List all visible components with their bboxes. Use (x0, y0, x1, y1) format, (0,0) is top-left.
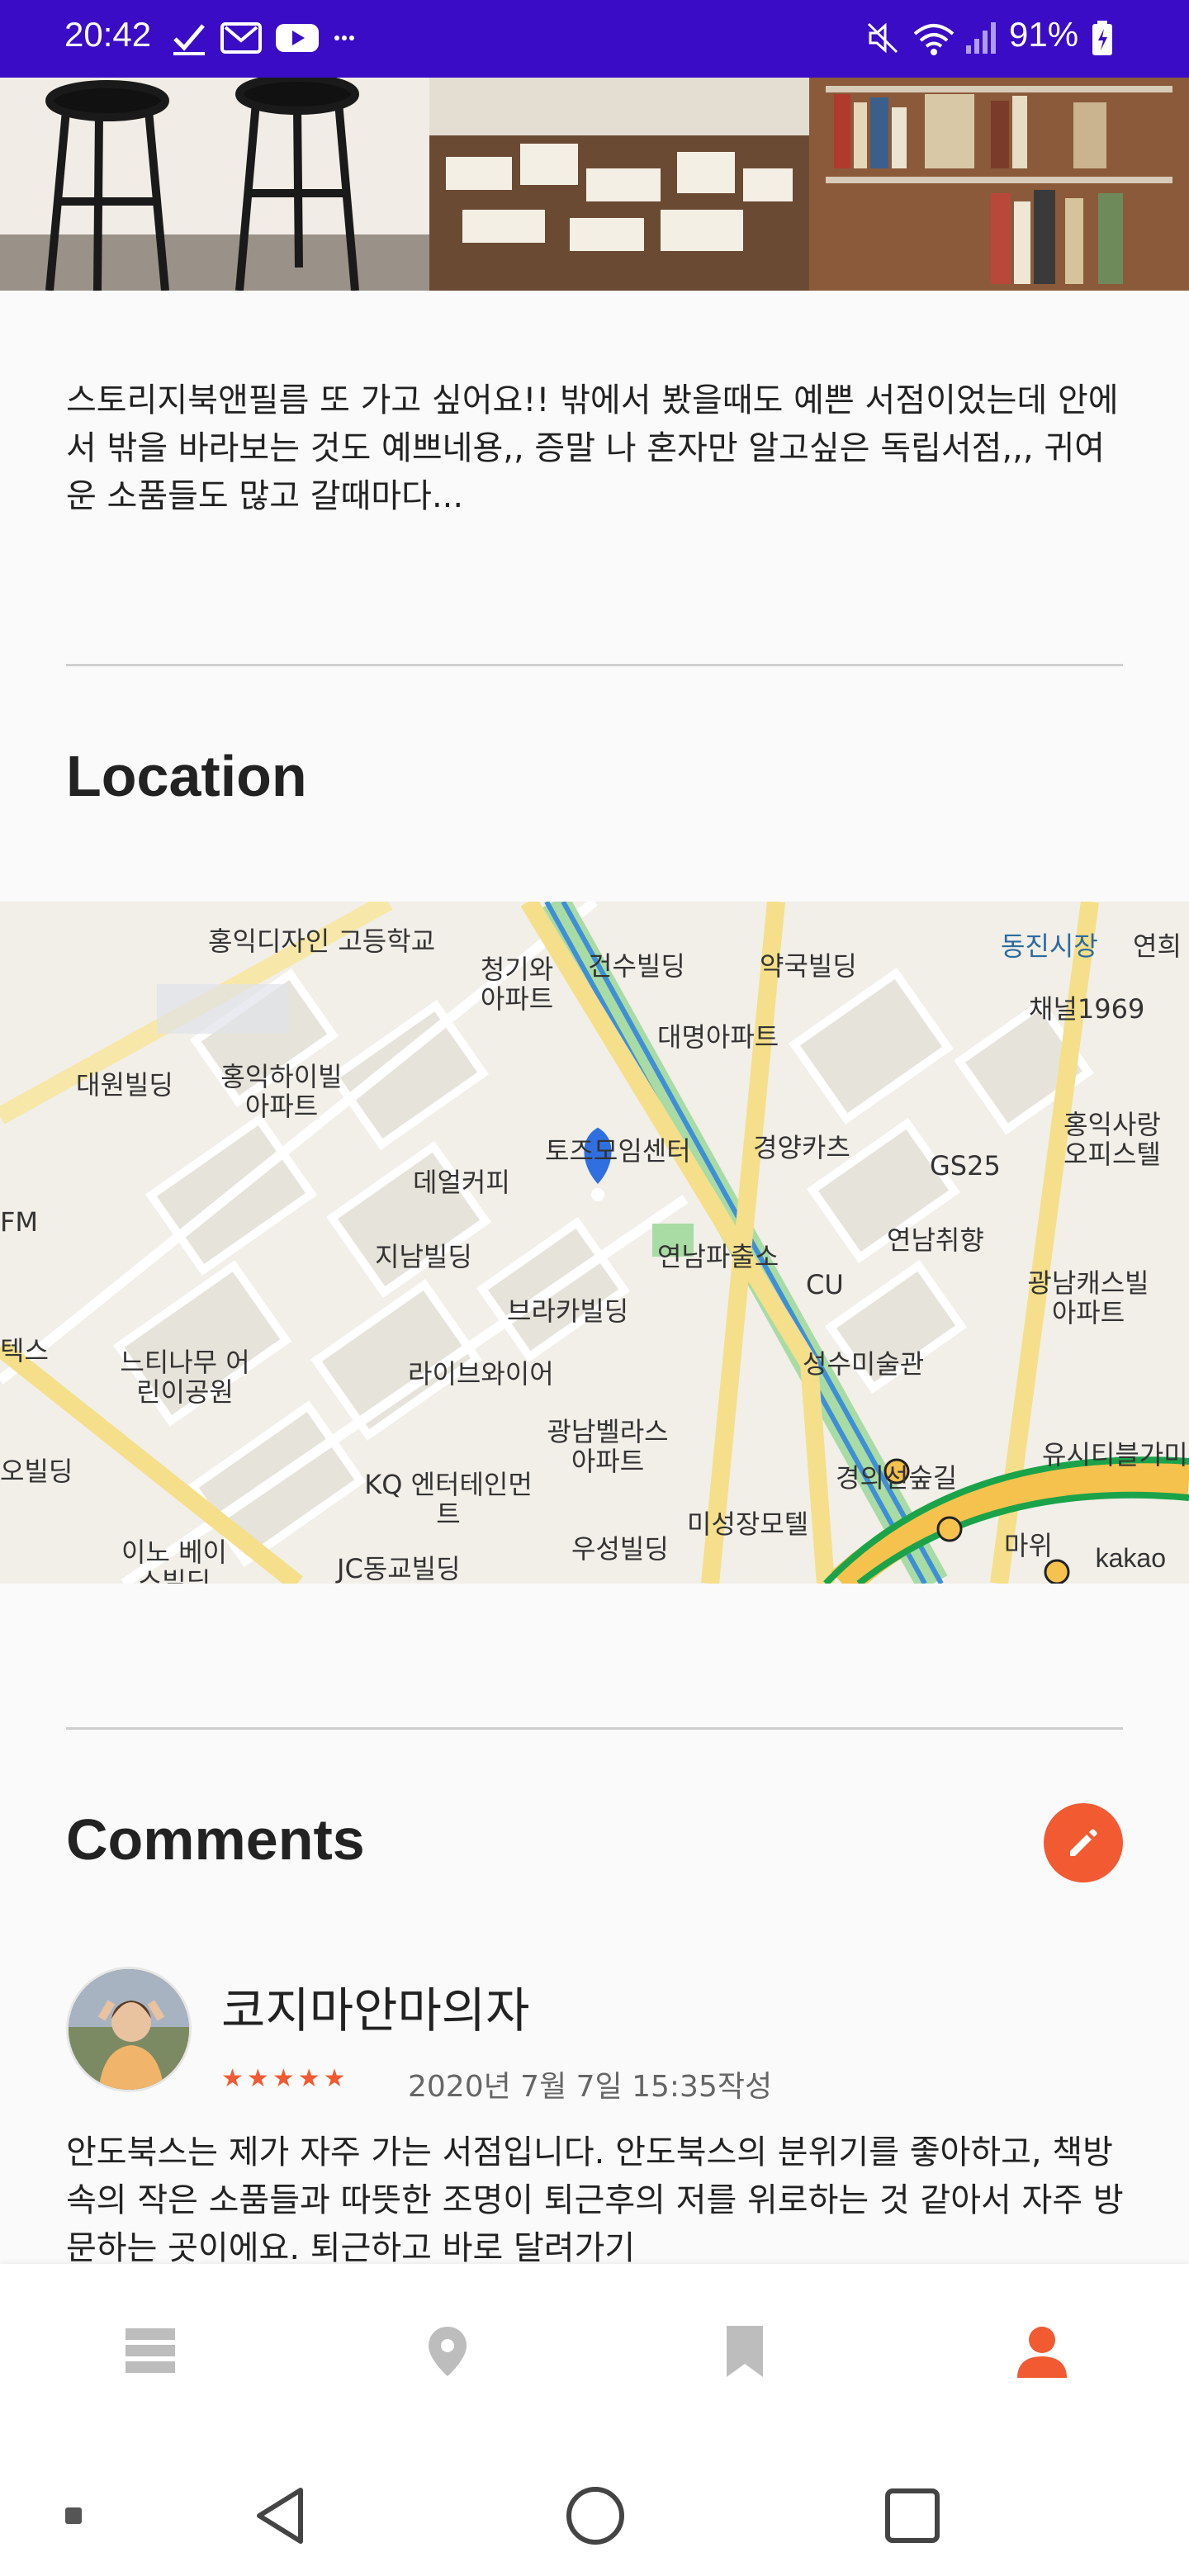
rating-stars: ★ ★ ★ ★ ★ (221, 2064, 346, 2093)
map-label: 미성장모텔 (687, 1508, 809, 1540)
more-dots-icon (332, 18, 357, 58)
map-label: 홍익하이빌 아파트 (220, 1061, 343, 1122)
map-label: 광남캐스빌 아파트 (1027, 1267, 1149, 1328)
map-label: 브라카빌딩 (507, 1295, 629, 1327)
map-label: 라이브와이어 (408, 1358, 554, 1390)
map-label: 우성빌딩 (571, 1533, 669, 1565)
map-label: 채널1969 (1029, 993, 1145, 1025)
status-time: 20:42 (64, 15, 152, 54)
map-label: 약국빌딩 (760, 950, 857, 982)
map-label: 광남벨라스 아파트 (547, 1416, 669, 1477)
home-circle-icon (566, 2487, 624, 2545)
map-label: 청기와 아파트 (480, 954, 554, 1015)
map-label: 연남파출소 (657, 1241, 779, 1272)
recents-button[interactable] (875, 2479, 950, 2553)
system-navigation-bar (0, 2454, 1189, 2576)
comment-author: 코지마안마의자 (221, 1982, 530, 2039)
star-icon: ★ (246, 2064, 269, 2093)
feed-icon (126, 2328, 175, 2373)
youtube-icon (274, 18, 320, 58)
location-pin-icon (429, 2327, 467, 2376)
map-label: 홍익사랑 오피스텔 (1063, 1109, 1161, 1170)
recents-square-icon (885, 2488, 940, 2543)
signal-icon (963, 18, 1001, 58)
map-label: 텍스 (0, 1335, 49, 1366)
location-title: Location (66, 744, 307, 808)
bookmark-icon (727, 2326, 763, 2377)
map-label: 건수빌딩 (588, 950, 685, 982)
map-label: 유시티블가미 (1042, 1439, 1188, 1470)
location-map[interactable]: 홍익디자인 고등학교 청기와 아파트 건수빌딩 약국빌딩 동진시장 연희 채널1… (0, 902, 1189, 1584)
map-label: 대원빌딩 (76, 1069, 173, 1101)
nav-profile[interactable] (1009, 2318, 1075, 2384)
wifi-icon (912, 18, 956, 58)
map-label: 느티나무 어린이공원 (120, 1347, 250, 1408)
status-bar: 20:42 91% (0, 0, 1189, 78)
avatar[interactable] (66, 1967, 192, 2092)
check-icon (170, 18, 208, 58)
comment-text: 안도북스는 제가 자주 가는 서점입니다. 안도북스의 분위기를 좋아하고, 책… (66, 2133, 1124, 2267)
divider (66, 1727, 1123, 1730)
nav-feed[interactable] (117, 2318, 183, 2384)
pencil-icon (1070, 1829, 1097, 1856)
nav-bookmark[interactable] (712, 2318, 778, 2384)
map-label: 동진시장 (1001, 930, 1098, 962)
map-label: 경양카츠 (753, 1132, 850, 1163)
write-comment-button[interactable] (1044, 1803, 1123, 1882)
bottom-navigation (0, 2264, 1189, 2454)
map-attribution: kakao (1095, 1543, 1166, 1573)
star-icon: ★ (221, 2064, 244, 2093)
map-label: 연남취향 (887, 1224, 984, 1256)
recent-dot-icon (36, 2479, 111, 2553)
battery-percent: 91% (1009, 15, 1079, 54)
comments-title: Comments (66, 1807, 365, 1872)
map-label: 경의선숲길 (836, 1462, 958, 1494)
map-label: FM (0, 1206, 39, 1238)
bookstore-photo (0, 78, 1189, 291)
back-triangle-icon (257, 2488, 303, 2544)
star-icon: ★ (272, 2064, 295, 2093)
map-label: KQ 엔터테인먼트 (364, 1469, 533, 1530)
map-label: JC동교빌딩 (337, 1553, 461, 1584)
battery-icon (1090, 18, 1115, 58)
map-label: 연희 (1133, 930, 1182, 962)
home-button[interactable] (558, 2479, 632, 2553)
comment-date: 2020년 7월 7일 15:35작성 (408, 2070, 773, 2104)
map-label: 지남빌딩 (375, 1241, 472, 1272)
map-label: 대명아파트 (657, 1021, 779, 1053)
back-button[interactable] (243, 2479, 317, 2553)
map-label: GS25 (930, 1150, 1001, 1181)
map-label: 이노 베이스빌딩 (121, 1537, 227, 1584)
mute-icon (864, 18, 902, 58)
star-icon: ★ (323, 2064, 346, 2093)
nav-location[interactable] (414, 2318, 481, 2384)
map-label: 홍익디자인 고등학교 (208, 926, 436, 957)
map-label: 데얼커피 (413, 1167, 510, 1198)
map-label: 오빌딩 (0, 1456, 73, 1487)
gmail-icon (220, 18, 263, 58)
star-icon: ★ (297, 2064, 320, 2093)
profile-icon (1017, 2327, 1067, 2378)
map-label: 성수미술관 (803, 1348, 925, 1380)
divider (66, 664, 1123, 666)
map-label: 토즈모임센터 (545, 1135, 691, 1167)
map-label: CU (806, 1269, 844, 1300)
review-text: 스토리지북앤필름 또 가고 싶어요!! 밖에서 봤을때도 예쁜 서점이었는데 안… (66, 381, 1119, 515)
map-label: 마위 (1004, 1530, 1053, 1561)
